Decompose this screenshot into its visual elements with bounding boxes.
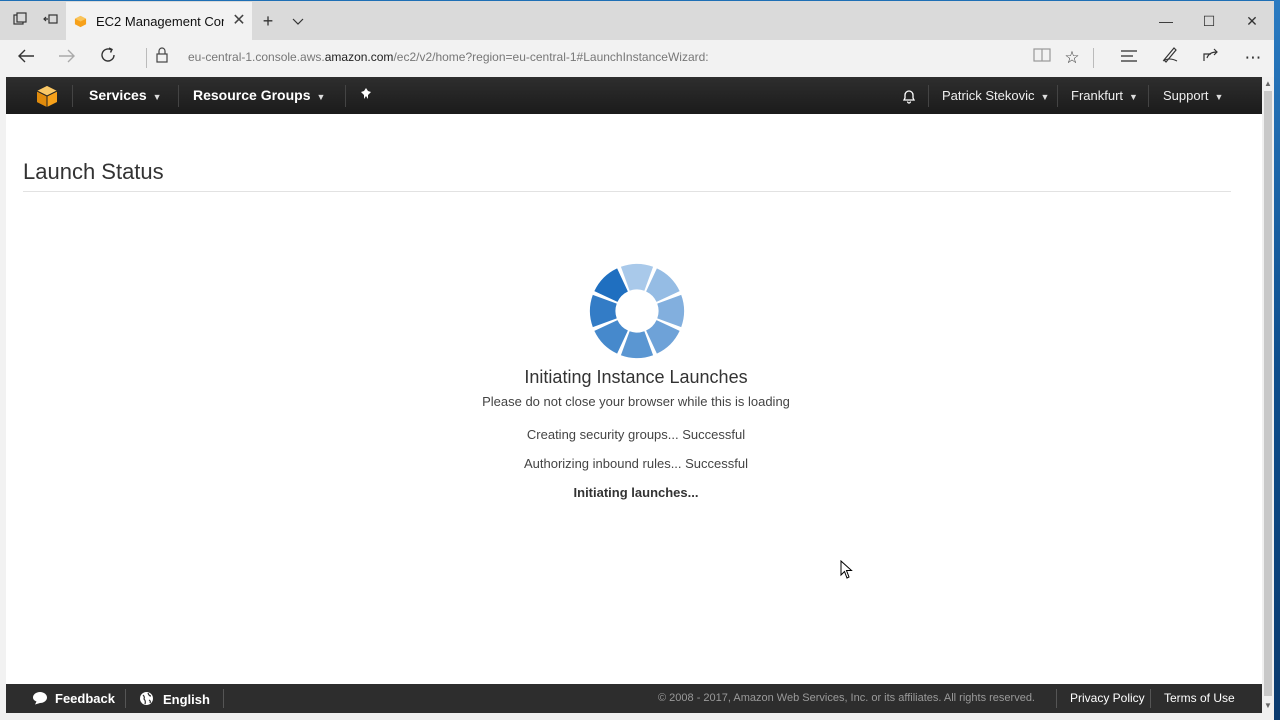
speech-bubble-icon xyxy=(33,692,47,705)
spinner-segment xyxy=(646,320,680,354)
feedback-button[interactable]: Feedback xyxy=(32,691,115,706)
scroll-down-icon[interactable]: ▼ xyxy=(1264,701,1272,710)
aws-favicon-icon xyxy=(74,15,87,28)
footer-divider xyxy=(1056,689,1057,708)
nav-divider xyxy=(1148,85,1149,107)
language-selector[interactable]: English xyxy=(139,691,210,707)
lock-icon[interactable] xyxy=(148,45,176,71)
tab-preview-chevron-icon[interactable] xyxy=(288,11,308,31)
set-aside-tabs-icon[interactable] xyxy=(40,11,60,31)
services-menu[interactable]: Services ▼ xyxy=(89,87,162,103)
minimize-button[interactable]: — xyxy=(1146,9,1186,33)
status-step: Creating security groups... Successful xyxy=(526,427,746,442)
pin-icon[interactable] xyxy=(359,87,373,104)
address-separator xyxy=(146,48,147,68)
reading-view-icon[interactable] xyxy=(1028,45,1056,71)
favorite-star-icon[interactable]: ☆ xyxy=(1058,45,1086,71)
spinner-segment xyxy=(594,320,628,354)
tab-manager-icon[interactable] xyxy=(10,11,30,31)
refresh-button[interactable] xyxy=(94,45,122,71)
title-divider xyxy=(23,191,1231,192)
aws-cube-logo-icon[interactable] xyxy=(36,85,58,107)
privacy-policy-link[interactable]: Privacy Policy xyxy=(1070,691,1145,705)
browser-window: EC2 Management Cons ✕ + — ☐ ✕ eu-central… xyxy=(0,0,1274,720)
maximize-button[interactable]: ☐ xyxy=(1189,9,1229,33)
tab-title: EC2 Management Cons xyxy=(96,14,224,29)
toolbar-separator xyxy=(1093,48,1094,68)
scroll-up-icon[interactable]: ▲ xyxy=(1264,79,1272,88)
vertical-scrollbar[interactable]: ▲ ▼ xyxy=(1262,77,1274,713)
spinner-segment xyxy=(620,331,654,359)
copyright-text: © 2008 - 2017, Amazon Web Services, Inc.… xyxy=(658,692,1035,704)
status-step-current: Initiating launches... xyxy=(573,485,699,500)
footer-divider xyxy=(125,689,126,708)
main-content: Launch Status Initiating Instance Launch… xyxy=(6,114,1262,684)
globe-icon xyxy=(140,692,153,705)
mouse-cursor-icon xyxy=(840,560,853,579)
status-subtitle: Please do not close your browser while t… xyxy=(482,394,790,409)
nav-divider xyxy=(1057,85,1058,107)
nav-divider xyxy=(178,85,179,107)
back-button[interactable] xyxy=(12,45,40,71)
user-menu[interactable]: Patrick Stekovic ▼ xyxy=(942,88,1049,103)
status-step: Authorizing inbound rules... Successful xyxy=(523,456,748,471)
nav-divider xyxy=(345,85,346,107)
nav-divider xyxy=(72,85,73,107)
footer-bar: Feedback English © 2008 - 2017, Amazon W… xyxy=(6,684,1262,713)
footer-divider xyxy=(1150,689,1151,708)
tab-ec2-console[interactable]: EC2 Management Cons ✕ xyxy=(66,2,252,41)
share-icon[interactable] xyxy=(1197,45,1225,71)
forward-button[interactable] xyxy=(53,45,81,71)
spinner-segment xyxy=(589,294,617,328)
page-title: Launch Status xyxy=(23,159,164,184)
spinner-segment xyxy=(594,268,628,302)
terms-of-use-link[interactable]: Terms of Use xyxy=(1164,691,1235,705)
hub-icon[interactable] xyxy=(1115,45,1143,71)
desktop-background xyxy=(1274,0,1280,720)
status-title: Initiating Instance Launches xyxy=(524,367,748,387)
close-window-button[interactable]: ✕ xyxy=(1232,9,1272,33)
chevron-down-icon: ▼ xyxy=(1040,92,1050,102)
spinner-segment xyxy=(646,268,680,302)
chevron-down-icon: ▼ xyxy=(1129,92,1138,102)
chevron-down-icon: ▼ xyxy=(152,92,162,102)
spinner-segment xyxy=(620,263,654,291)
more-options-icon[interactable]: ⋯ xyxy=(1239,45,1267,71)
loading-spinner-icon xyxy=(589,263,685,359)
address-bar: eu-central-1.console.aws.amazon.com/ec2/… xyxy=(0,40,1274,77)
resource-groups-menu[interactable]: Resource Groups ▼ xyxy=(193,87,325,103)
chevron-down-icon: ▼ xyxy=(316,92,326,102)
footer-divider xyxy=(223,689,224,708)
tab-bar: EC2 Management Cons ✕ + — ☐ ✕ xyxy=(0,0,1274,41)
chevron-down-icon: ▼ xyxy=(1214,92,1224,102)
aws-navbar: Services ▼ Resource Groups ▼ Patrick Steko… xyxy=(6,77,1262,114)
scroll-thumb[interactable] xyxy=(1264,91,1272,696)
new-tab-icon[interactable]: + xyxy=(258,11,278,31)
window-bottom-edge xyxy=(0,713,1274,720)
nav-divider xyxy=(928,85,929,107)
url-field[interactable]: eu-central-1.console.aws.amazon.com/ec2/… xyxy=(188,50,709,64)
close-tab-icon[interactable]: ✕ xyxy=(230,11,248,31)
region-menu[interactable]: Frankfurt ▼ xyxy=(1071,88,1138,103)
spinner-segment xyxy=(657,294,685,328)
notifications-bell-icon[interactable] xyxy=(901,88,917,107)
web-note-pen-icon[interactable] xyxy=(1156,45,1184,71)
support-menu[interactable]: Support ▼ xyxy=(1163,88,1223,103)
